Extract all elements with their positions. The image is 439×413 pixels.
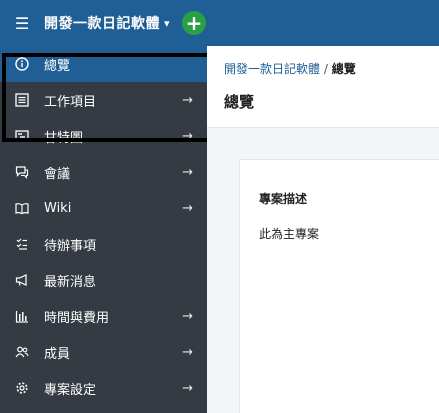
project-selector[interactable]: 開發一款日記軟體 ▾: [44, 13, 170, 33]
sidebar-item-news[interactable]: 最新消息: [0, 262, 207, 298]
arrow-right-icon[interactable]: →: [182, 201, 193, 216]
sidebar: 總覽 工作項目 → 甘特圖 → 會議 → Wiki → 待辦事項 最新消息 時間…: [0, 46, 207, 413]
main-content: 開發一款日記軟體 / 總覽 總覽 專案描述 此為主專案: [207, 46, 439, 413]
sidebar-item-label: 總覽: [44, 58, 71, 74]
sidebar-item-gantt[interactable]: 甘特圖 →: [0, 118, 207, 154]
plus-icon: +: [185, 11, 203, 35]
sidebar-item-meetings[interactable]: 會議 →: [0, 154, 207, 190]
caret-down-icon: ▾: [164, 16, 171, 30]
top-bar: ☰ 開發一款日記軟體 ▾ +: [0, 0, 439, 46]
sidebar-item-label: Wiki: [44, 200, 72, 216]
project-name: 開發一款日記軟體: [44, 16, 160, 32]
gear-icon: [14, 380, 30, 396]
sidebar-item-time-costs[interactable]: 時間與費用 →: [0, 298, 207, 334]
members-icon: [14, 344, 30, 360]
megaphone-icon: [14, 272, 30, 288]
arrow-right-icon[interactable]: →: [182, 381, 193, 396]
sidebar-item-label: 甘特圖: [44, 130, 84, 146]
breadcrumb: 開發一款日記軟體 / 總覽: [224, 60, 439, 77]
sidebar-item-label: 時間與費用: [44, 310, 110, 326]
book-icon: [14, 200, 30, 216]
sidebar-item-label: 工作項目: [44, 94, 97, 110]
breadcrumb-separator: /: [320, 62, 332, 76]
gantt-icon: [14, 128, 30, 144]
list-icon: [14, 92, 30, 108]
chat-icon: [14, 164, 30, 180]
info-icon: [14, 56, 30, 72]
card-body: 此為主專案: [259, 227, 320, 241]
sidebar-item-overview[interactable]: 總覽: [0, 46, 207, 82]
sidebar-item-label: 會議: [44, 166, 71, 182]
sidebar-item-work-packages[interactable]: 工作項目 →: [0, 82, 207, 118]
arrow-right-icon[interactable]: →: [182, 345, 193, 360]
sidebar-item-label: 專案設定: [44, 382, 97, 398]
breadcrumb-current: 總覽: [331, 62, 356, 76]
add-button[interactable]: +: [182, 11, 207, 35]
arrow-right-icon[interactable]: →: [182, 129, 193, 144]
card-title: 專案描述: [259, 192, 308, 206]
project-description-card: 專案描述 此為主專案: [239, 159, 439, 413]
arrow-right-icon[interactable]: →: [182, 165, 193, 180]
sidebar-item-project-settings[interactable]: 專案設定 →: [0, 370, 207, 406]
sidebar-item-label: 成員: [44, 346, 71, 362]
breadcrumb-project-link[interactable]: 開發一款日記軟體: [224, 62, 320, 76]
sidebar-item-members[interactable]: 成員 →: [0, 334, 207, 370]
sidebar-item-label: 待辦事項: [44, 238, 97, 254]
arrow-right-icon[interactable]: →: [182, 309, 193, 324]
arrow-right-icon[interactable]: →: [182, 93, 193, 108]
sidebar-item-backlogs[interactable]: 待辦事項: [0, 226, 207, 262]
checklist-icon: [14, 236, 30, 252]
sidebar-item-label: 最新消息: [44, 274, 97, 290]
page-title: 總覽: [224, 93, 255, 111]
bar-chart-icon: [14, 308, 30, 324]
sidebar-item-wiki[interactable]: Wiki →: [0, 190, 207, 226]
page-header: 開發一款日記軟體 / 總覽 總覽: [207, 46, 439, 128]
hamburger-icon[interactable]: ☰: [0, 0, 44, 46]
